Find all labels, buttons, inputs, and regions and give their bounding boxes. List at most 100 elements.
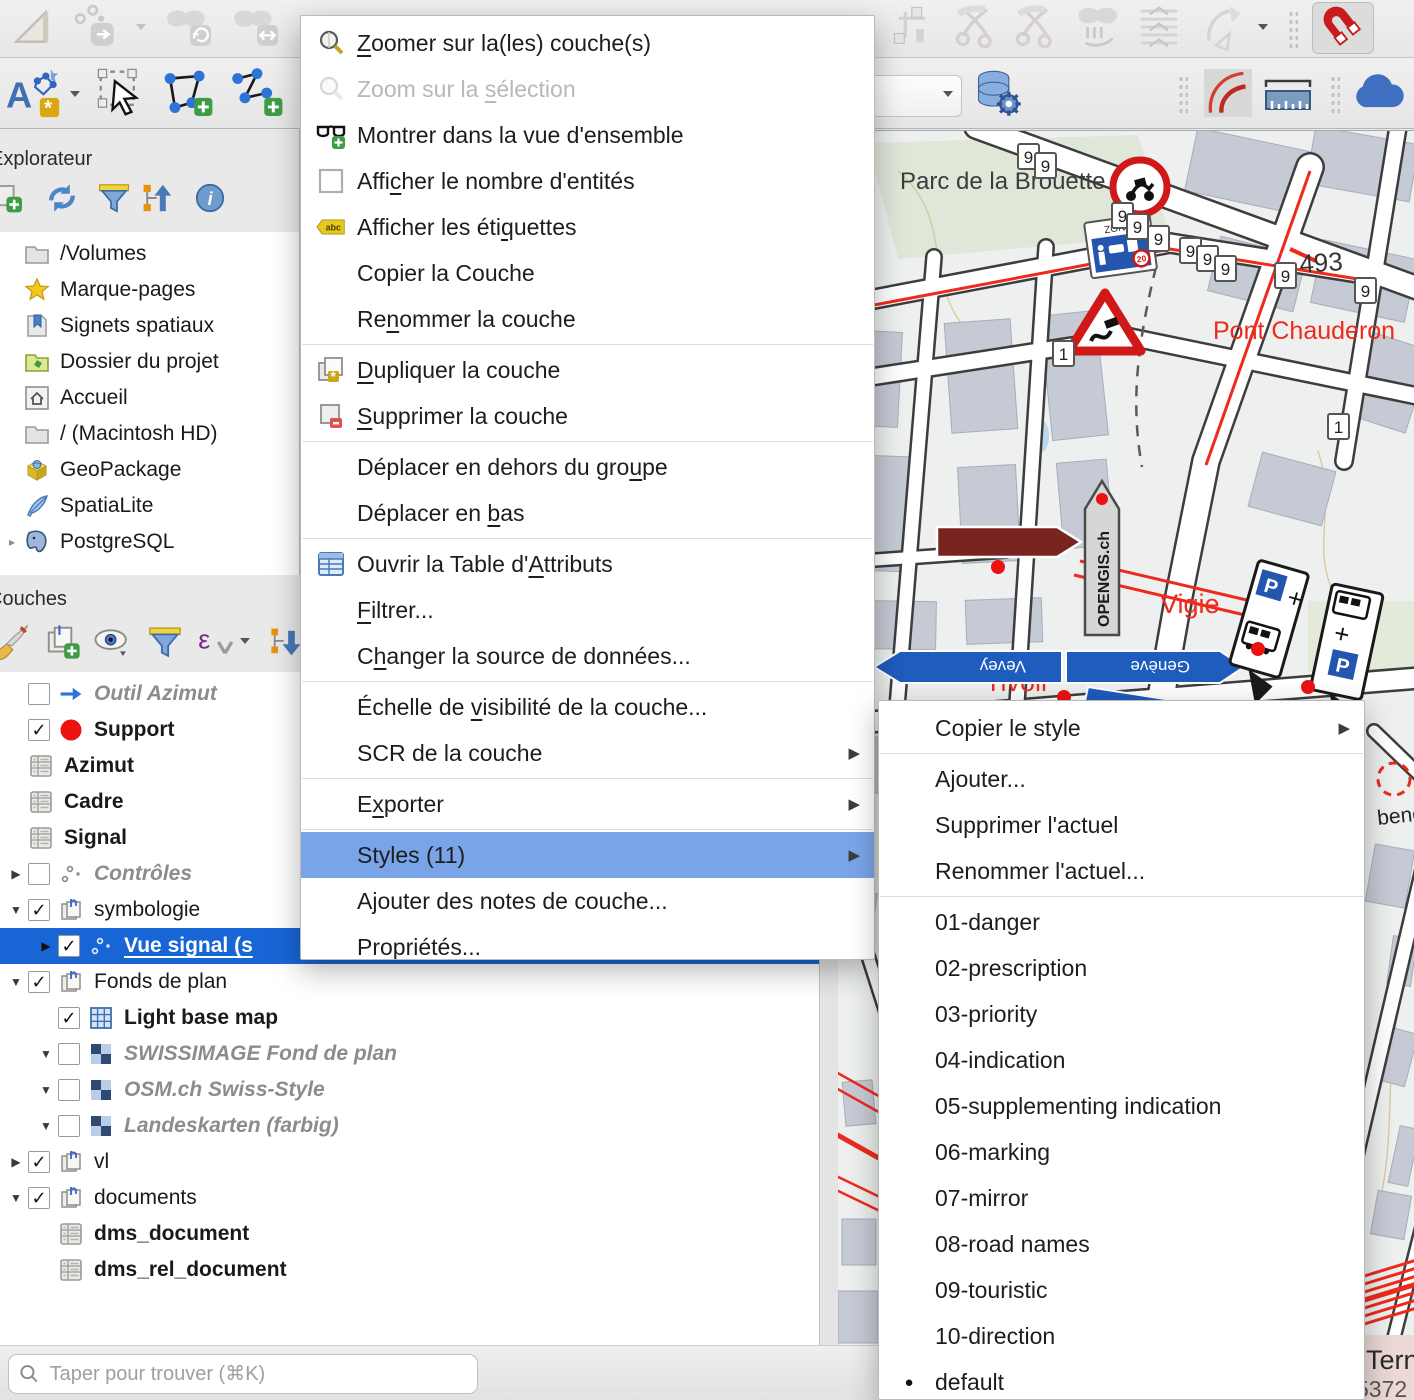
context-menu-item[interactable]: *Dupliquer la couche (301, 347, 874, 393)
add-line-icon[interactable] (228, 65, 286, 121)
context-menu-item[interactable]: Changer la source de données... (301, 633, 874, 679)
filter-icon[interactable] (96, 180, 132, 216)
locator-search[interactable] (8, 1354, 478, 1394)
layer-checkbox[interactable]: ✓ (28, 1187, 50, 1209)
dropdown-caret-icon[interactable] (240, 638, 250, 649)
merge-features-icon[interactable] (1072, 2, 1126, 52)
label-toolbar-icon[interactable]: A* (6, 65, 64, 121)
move-label-icon[interactable] (96, 65, 148, 121)
layer-checkbox[interactable] (58, 1115, 80, 1137)
style-brush-icon[interactable] (0, 622, 30, 662)
styles-submenu-item[interactable]: 04-indication (879, 1037, 1364, 1083)
split-parts-icon[interactable] (1012, 2, 1060, 52)
layer-row[interactable]: dms_document (0, 1216, 819, 1252)
context-menu-item[interactable]: Ajouter des notes de couche... (301, 878, 874, 924)
browser-item[interactable]: ▸PostgreSQL (0, 524, 299, 560)
expander-icon[interactable]: ▼ (34, 1047, 58, 1061)
search-input[interactable] (48, 1362, 467, 1387)
rotate-feature-icon[interactable] (162, 4, 216, 50)
add-layer-icon[interactable] (0, 180, 28, 216)
collapse-tree-icon[interactable] (140, 180, 176, 216)
expander-icon[interactable]: ▼ (34, 1119, 58, 1133)
browser-item[interactable]: / (Macintosh HD) (0, 416, 299, 452)
layer-checkbox[interactable] (28, 863, 50, 885)
dropdown-caret-icon[interactable] (70, 91, 80, 102)
resize-feature-icon[interactable] (228, 4, 284, 50)
layer-checkbox[interactable]: ✓ (28, 899, 50, 921)
expander-icon[interactable]: ▼ (4, 903, 28, 917)
browser-item[interactable]: /Volumes (0, 236, 299, 272)
styles-submenu-item[interactable]: 02-prescription (879, 945, 1364, 991)
context-menu-item[interactable]: Copier la Couche (301, 250, 874, 296)
layer-row[interactable]: ▼✓Fonds de plan (0, 964, 819, 1000)
refresh-icon[interactable] (44, 180, 80, 216)
styles-submenu-item[interactable]: 09-touristic (879, 1267, 1364, 1313)
layer-checkbox[interactable] (28, 683, 50, 705)
dropdown-caret-icon[interactable] (136, 24, 146, 35)
expander-icon[interactable]: ▼ (4, 1191, 28, 1205)
move-points-icon[interactable] (70, 4, 126, 50)
reshape-features-icon[interactable] (1132, 2, 1186, 52)
context-menu-item[interactable]: Supprimer la couche (301, 393, 874, 439)
expander-icon[interactable]: ▼ (34, 1083, 58, 1097)
layer-checkbox[interactable]: ✓ (28, 971, 50, 993)
styles-submenu-item[interactable]: 01-danger (879, 899, 1364, 945)
layer-row[interactable]: ▼✓documents (0, 1180, 819, 1216)
db-manager-icon[interactable] (972, 67, 1024, 119)
offset-curve-icon[interactable] (1200, 2, 1250, 52)
layer-row[interactable]: ✓Light base map (0, 1000, 819, 1036)
offset-arcs-icon[interactable] (1202, 69, 1254, 117)
measure-icon[interactable] (1262, 77, 1314, 113)
layer-row[interactable]: ▼OSM.ch Swiss-Style (0, 1072, 819, 1108)
layer-checkbox[interactable]: ✓ (58, 935, 80, 957)
context-menu-item[interactable]: Propriétés... (301, 924, 874, 960)
snapping-magnet-icon[interactable] (1312, 2, 1374, 54)
layer-checkbox[interactable] (58, 1043, 80, 1065)
context-menu-item[interactable]: Échelle de visibilité de la couche... (301, 684, 874, 730)
layer-row[interactable]: ▼Landeskarten (farbig) (0, 1108, 819, 1144)
context-menu-item[interactable]: SCR de la couche▶ (301, 730, 874, 776)
cloud-icon[interactable] (1352, 67, 1408, 117)
split-features-icon[interactable] (952, 2, 1000, 52)
layer-checkbox[interactable]: ✓ (28, 1151, 50, 1173)
map-themes-eye-icon[interactable] (92, 622, 134, 662)
context-menu-item[interactable]: Zoomer sur la(les) couche(s) (301, 20, 874, 66)
add-polygon-icon[interactable] (158, 65, 216, 121)
styles-submenu-item[interactable]: 10-direction (879, 1313, 1364, 1359)
layer-checkbox[interactable]: ✓ (58, 1007, 80, 1029)
add-group-icon[interactable] (44, 622, 82, 662)
styles-submenu-item[interactable]: 08-road names (879, 1221, 1364, 1267)
context-menu-item[interactable]: Styles (11)▶ (301, 832, 874, 878)
styles-submenu-item[interactable]: 03-priority (879, 991, 1364, 1037)
layer-checkbox[interactable] (58, 1079, 80, 1101)
context-menu-item[interactable]: Afficher le nombre d'entités (301, 158, 874, 204)
styles-submenu-item[interactable]: ●default (879, 1359, 1364, 1400)
layer-row[interactable]: dms_rel_document (0, 1252, 819, 1288)
layer-row[interactable]: ▼SWISSIMAGE Fond de plan (0, 1036, 819, 1072)
expander-icon[interactable]: ▶ (4, 867, 28, 881)
styles-submenu-item[interactable]: 05-supplementing indication (879, 1083, 1364, 1129)
styles-submenu-item[interactable]: Supprimer l'actuel (879, 802, 1364, 848)
vertex-tool-icon[interactable] (890, 2, 938, 52)
expression-filter-icon[interactable]: ε (196, 622, 234, 662)
filter-legend-icon[interactable] (146, 622, 184, 662)
context-menu-item[interactable]: Renommer la couche (301, 296, 874, 342)
context-menu-item[interactable]: Ouvrir la Table d'Attributs (301, 541, 874, 587)
styles-submenu-item[interactable]: 06-marking (879, 1129, 1364, 1175)
set-square-icon[interactable] (8, 4, 54, 50)
dropdown-caret-icon[interactable] (1258, 24, 1268, 35)
layer-row[interactable]: ▶✓vl (0, 1144, 819, 1180)
browser-item[interactable]: Signets spatiaux (0, 308, 299, 344)
context-menu-item[interactable]: Déplacer en dehors du groupe (301, 444, 874, 490)
styles-submenu-item[interactable]: 07-mirror (879, 1175, 1364, 1221)
expander-icon[interactable]: ▶ (34, 939, 58, 953)
expander-icon[interactable]: ▼ (4, 975, 28, 989)
context-menu-item[interactable]: Déplacer en bas (301, 490, 874, 536)
info-icon[interactable]: i (192, 180, 228, 216)
browser-item[interactable]: Accueil (0, 380, 299, 416)
context-menu-item[interactable]: Filtrer... (301, 587, 874, 633)
expander-icon[interactable]: ▶ (4, 1155, 28, 1169)
styles-submenu-item[interactable]: Ajouter... (879, 756, 1364, 802)
context-menu-item[interactable]: abcAfficher les étiquettes (301, 204, 874, 250)
expander-icon[interactable]: ▸ (0, 535, 24, 549)
